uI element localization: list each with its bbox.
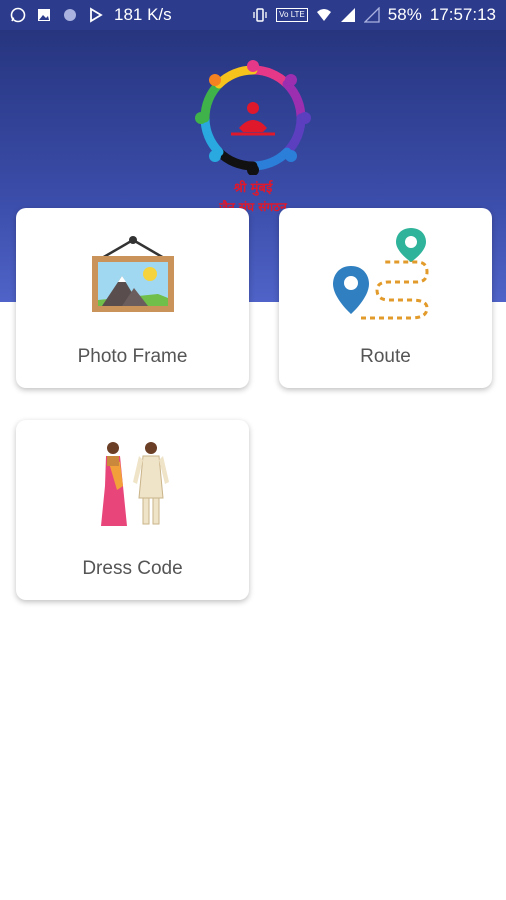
route-icon	[332, 228, 429, 320]
volte-badge: Vo LTE	[276, 8, 308, 22]
route-label: Route	[360, 346, 411, 367]
photo-frame-card[interactable]: Photo Frame	[16, 208, 249, 388]
dress-code-card[interactable]: Dress Code	[16, 420, 249, 600]
network-speed: 181 K/s	[114, 5, 172, 24]
status-bar: 181 K/s Vo LTE 58% 17:57:13	[0, 0, 506, 30]
circle-notification-icon	[64, 9, 76, 21]
status-left-icons: 181 K/s	[10, 5, 172, 25]
vibrate-icon	[253, 8, 267, 22]
image-notification-icon	[38, 9, 50, 21]
photo-frame-icon	[91, 236, 174, 312]
photo-frame-icon-wrap	[16, 234, 249, 316]
dress-code-icon-wrap	[16, 438, 249, 530]
status-right-icons: Vo LTE 58% 17:57:13	[252, 5, 496, 25]
route-card[interactable]: Route	[279, 208, 492, 388]
battery-level: 58%	[387, 5, 422, 24]
dress-code-icon	[100, 442, 169, 526]
logo-title: श्री मुंबई	[233, 181, 273, 196]
dress-code-label: Dress Code	[82, 558, 183, 579]
whatsapp-icon	[10, 7, 26, 23]
signal-icon	[340, 8, 355, 22]
logo-circle-emblem-icon	[195, 60, 311, 176]
app-notification-icon	[90, 7, 103, 23]
wifi-icon	[316, 9, 331, 21]
clock: 17:57:13	[429, 5, 496, 24]
organization-logo: श्री मुंबई जैन संघ संगठन	[188, 60, 318, 220]
route-icon-wrap	[279, 226, 492, 326]
photo-frame-label: Photo Frame	[77, 346, 188, 367]
signal-empty-icon	[363, 7, 380, 23]
